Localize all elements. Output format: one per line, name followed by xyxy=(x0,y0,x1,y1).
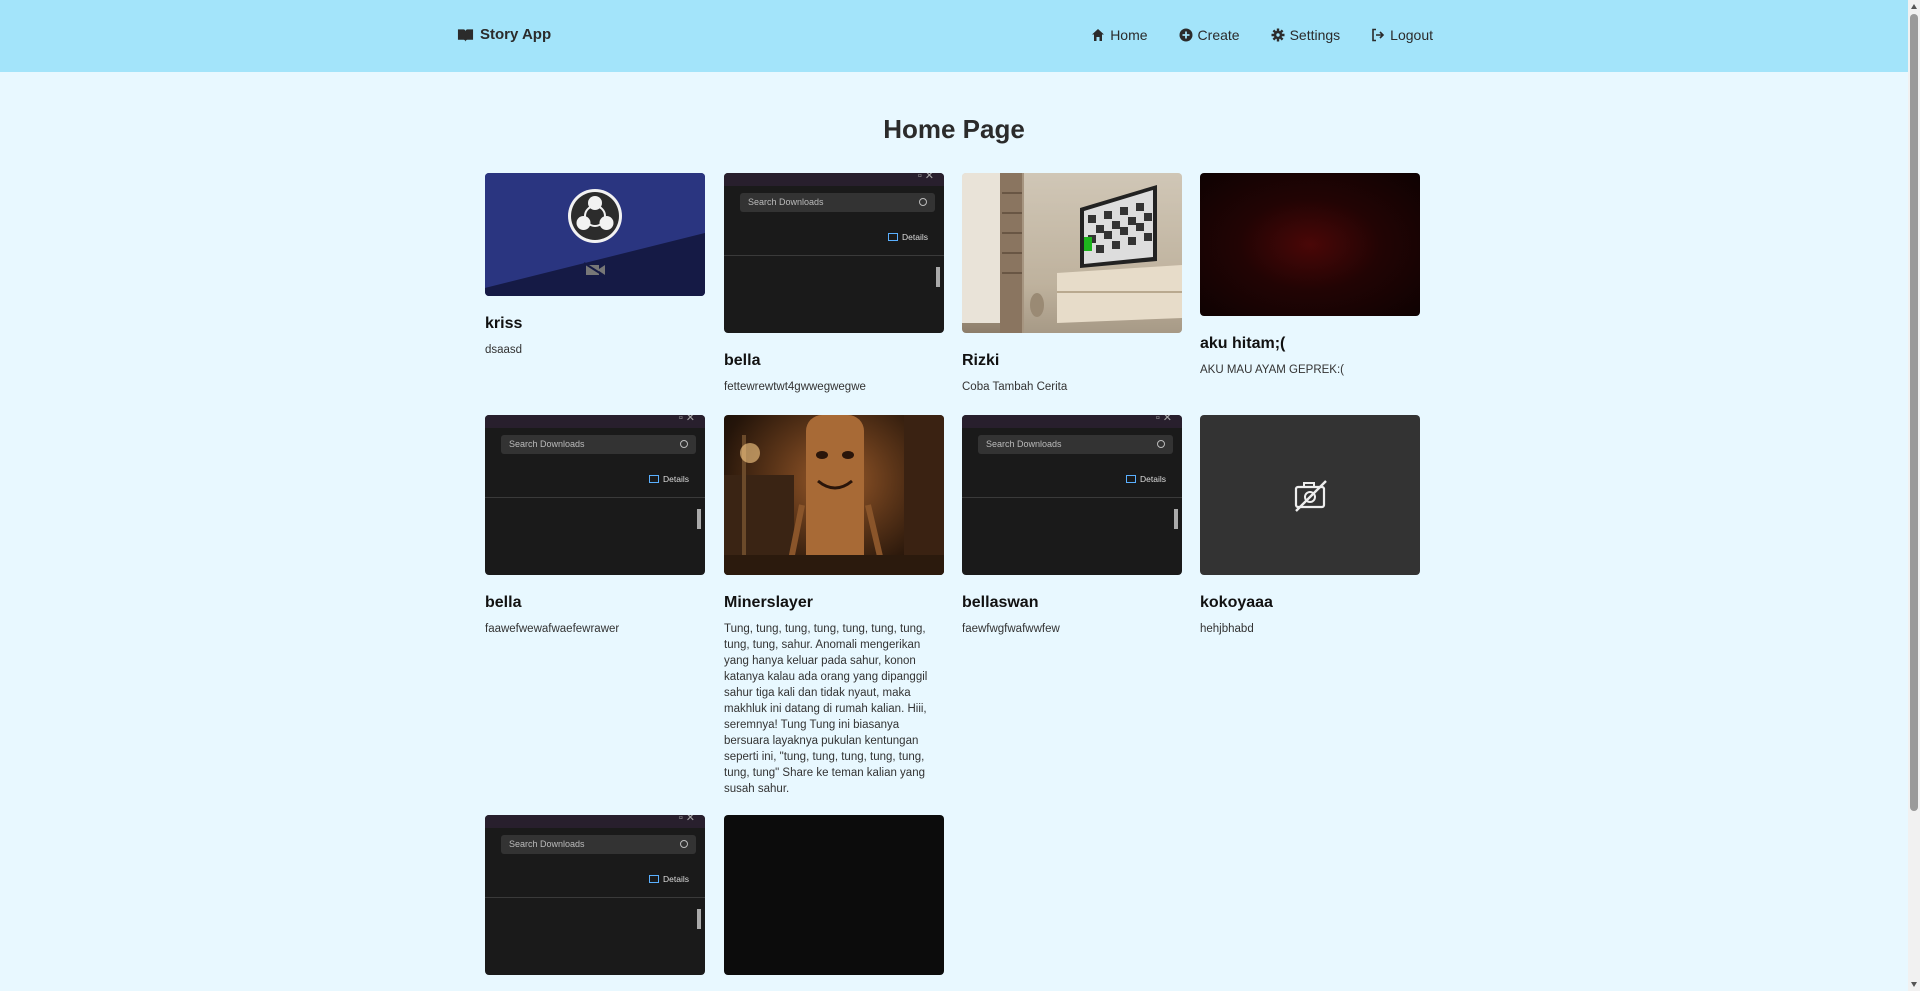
camera-off-icon xyxy=(1294,480,1327,512)
nav-settings[interactable]: Settings xyxy=(1271,27,1341,43)
story-image: ▫ ✕ Search Downloads Details xyxy=(724,173,944,333)
nav-home[interactable]: Home xyxy=(1091,27,1148,43)
story-title: kokoyaaa xyxy=(1200,594,1273,611)
story-title: bella xyxy=(724,352,761,369)
search-box-image: Search Downloads xyxy=(501,435,696,454)
nav-create[interactable]: Create xyxy=(1179,27,1240,43)
story-title: Rizki xyxy=(962,352,1000,369)
details-icon xyxy=(649,875,660,883)
home-icon xyxy=(1092,29,1105,41)
story-description: dsaasd xyxy=(485,344,523,356)
story-description: fettewrewtwt4gwwegwegwe xyxy=(724,381,866,393)
plus-circle-icon xyxy=(1179,28,1193,42)
story-description: Tung, tung, tung, tung, tung, tung, tung… xyxy=(724,623,928,795)
story-description: faawefwewafwaefewrawer xyxy=(485,623,620,635)
story-card[interactable]: kriss dsaasd xyxy=(485,173,705,358)
story-image: ▫ ✕ Search Downloads Details xyxy=(962,415,1182,575)
story-card[interactable]: kokoyaaa hehjbhabd xyxy=(1200,415,1420,637)
story-description: faewfwgfwafwwfew xyxy=(962,623,1060,635)
obs-logo-icon xyxy=(485,173,705,296)
story-description: hehjbhabd xyxy=(1200,623,1254,635)
search-icon xyxy=(919,198,927,206)
nav-settings-label: Settings xyxy=(1289,27,1341,43)
story-card[interactable]: Rizki Coba Tambah Cerita xyxy=(962,173,1182,395)
story-card[interactable]: ▫ ✕ Search Downloads Details bellaswan f… xyxy=(962,415,1182,637)
scroll-up-icon[interactable] xyxy=(1911,4,1917,9)
details-icon xyxy=(1126,475,1137,483)
navbar: Story App Home Create Settings Logout xyxy=(0,0,1908,72)
story-card[interactable]: aku hitam;( AKU MAU AYAM GEPREK:( xyxy=(1200,173,1420,378)
story-image xyxy=(962,173,1182,333)
story-card[interactable]: Minerslayer Tung, tung, tung, tung, tung… xyxy=(724,415,944,797)
search-icon xyxy=(1157,440,1165,448)
search-icon xyxy=(680,840,688,848)
scroll-down-icon[interactable] xyxy=(1911,982,1917,987)
story-image xyxy=(1200,173,1420,316)
details-icon xyxy=(649,475,660,483)
brand[interactable]: Story App xyxy=(457,26,551,43)
story-card[interactable]: ▫ ✕ Search Downloads Details xyxy=(485,815,705,975)
brand-title: Story App xyxy=(480,26,552,43)
nav-links: Home Create Settings Logout xyxy=(1091,27,1433,43)
story-image xyxy=(724,815,944,975)
story-card[interactable]: ▫ ✕ Search Downloads Details bella fette… xyxy=(724,173,944,395)
details-icon xyxy=(888,233,899,241)
nav-logout-label: Logout xyxy=(1390,27,1433,43)
story-card[interactable]: ▫ ✕ Search Downloads Details bella faawe… xyxy=(485,415,705,637)
story-description: AKU MAU AYAM GEPREK:( xyxy=(1200,364,1344,376)
story-image: ▫ ✕ Search Downloads Details xyxy=(485,815,705,975)
story-title: aku hitam;( xyxy=(1200,335,1286,352)
story-image: ▫ ✕ Search Downloads Details xyxy=(485,415,705,575)
scrollbar-thumb[interactable] xyxy=(1910,14,1918,811)
nav-logout[interactable]: Logout xyxy=(1371,27,1433,43)
search-box-image: Search Downloads xyxy=(501,835,696,854)
nav-create-label: Create xyxy=(1197,27,1240,43)
story-title: bella xyxy=(485,594,522,611)
logout-icon xyxy=(1372,28,1385,42)
gear-icon xyxy=(1271,28,1285,42)
search-box-image: Search Downloads xyxy=(978,435,1173,454)
story-title: bellaswan xyxy=(962,594,1039,611)
page-scrollbar[interactable] xyxy=(1908,0,1920,991)
story-description: Coba Tambah Cerita xyxy=(962,381,1068,393)
story-image xyxy=(724,415,944,575)
story-title: kriss xyxy=(485,315,523,332)
story-image xyxy=(485,173,705,296)
story-image xyxy=(1200,415,1420,575)
story-title: Minerslayer xyxy=(724,594,813,611)
page-title: Home Page xyxy=(883,114,1025,144)
book-icon xyxy=(457,28,474,42)
search-icon xyxy=(680,440,688,448)
nav-home-label: Home xyxy=(1110,27,1148,43)
search-box-image: Search Downloads xyxy=(740,193,935,212)
story-card[interactable] xyxy=(724,815,944,975)
